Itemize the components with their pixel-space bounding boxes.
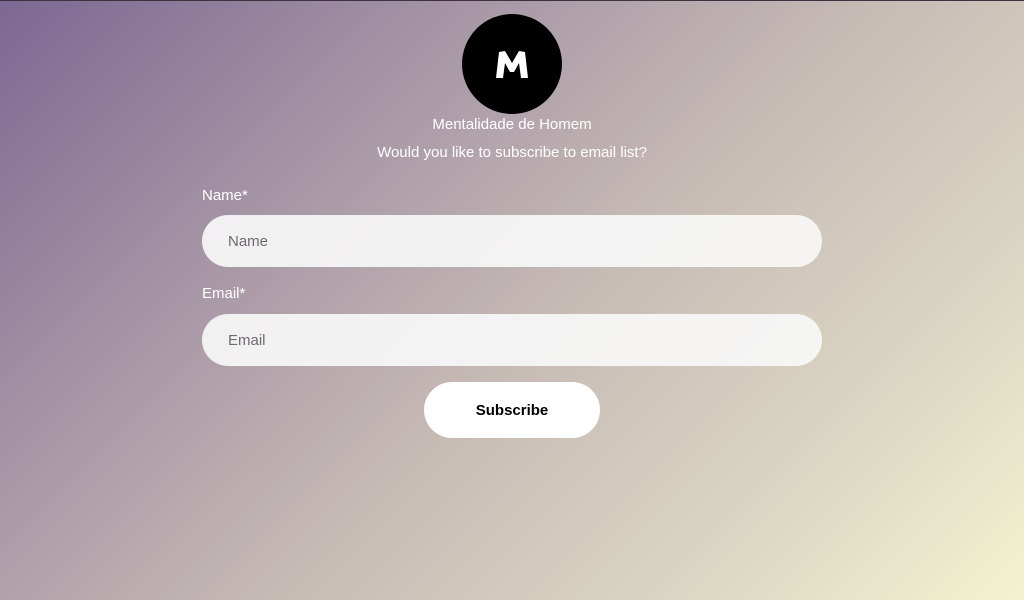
subscribe-prompt: Would you like to subscribe to email lis… (377, 144, 647, 161)
subscribe-button[interactable]: Subscribe (424, 382, 600, 438)
subscribe-page: Mentalidade de Homem Would you like to s… (0, 0, 1024, 600)
email-input[interactable] (202, 314, 822, 366)
profile-name: Mentalidade de Homem (432, 116, 592, 133)
profile-avatar (462, 14, 562, 114)
name-input[interactable] (202, 215, 822, 267)
m-logo-icon (495, 49, 529, 79)
email-label: Email* (202, 285, 246, 302)
name-label: Name* (202, 187, 248, 204)
